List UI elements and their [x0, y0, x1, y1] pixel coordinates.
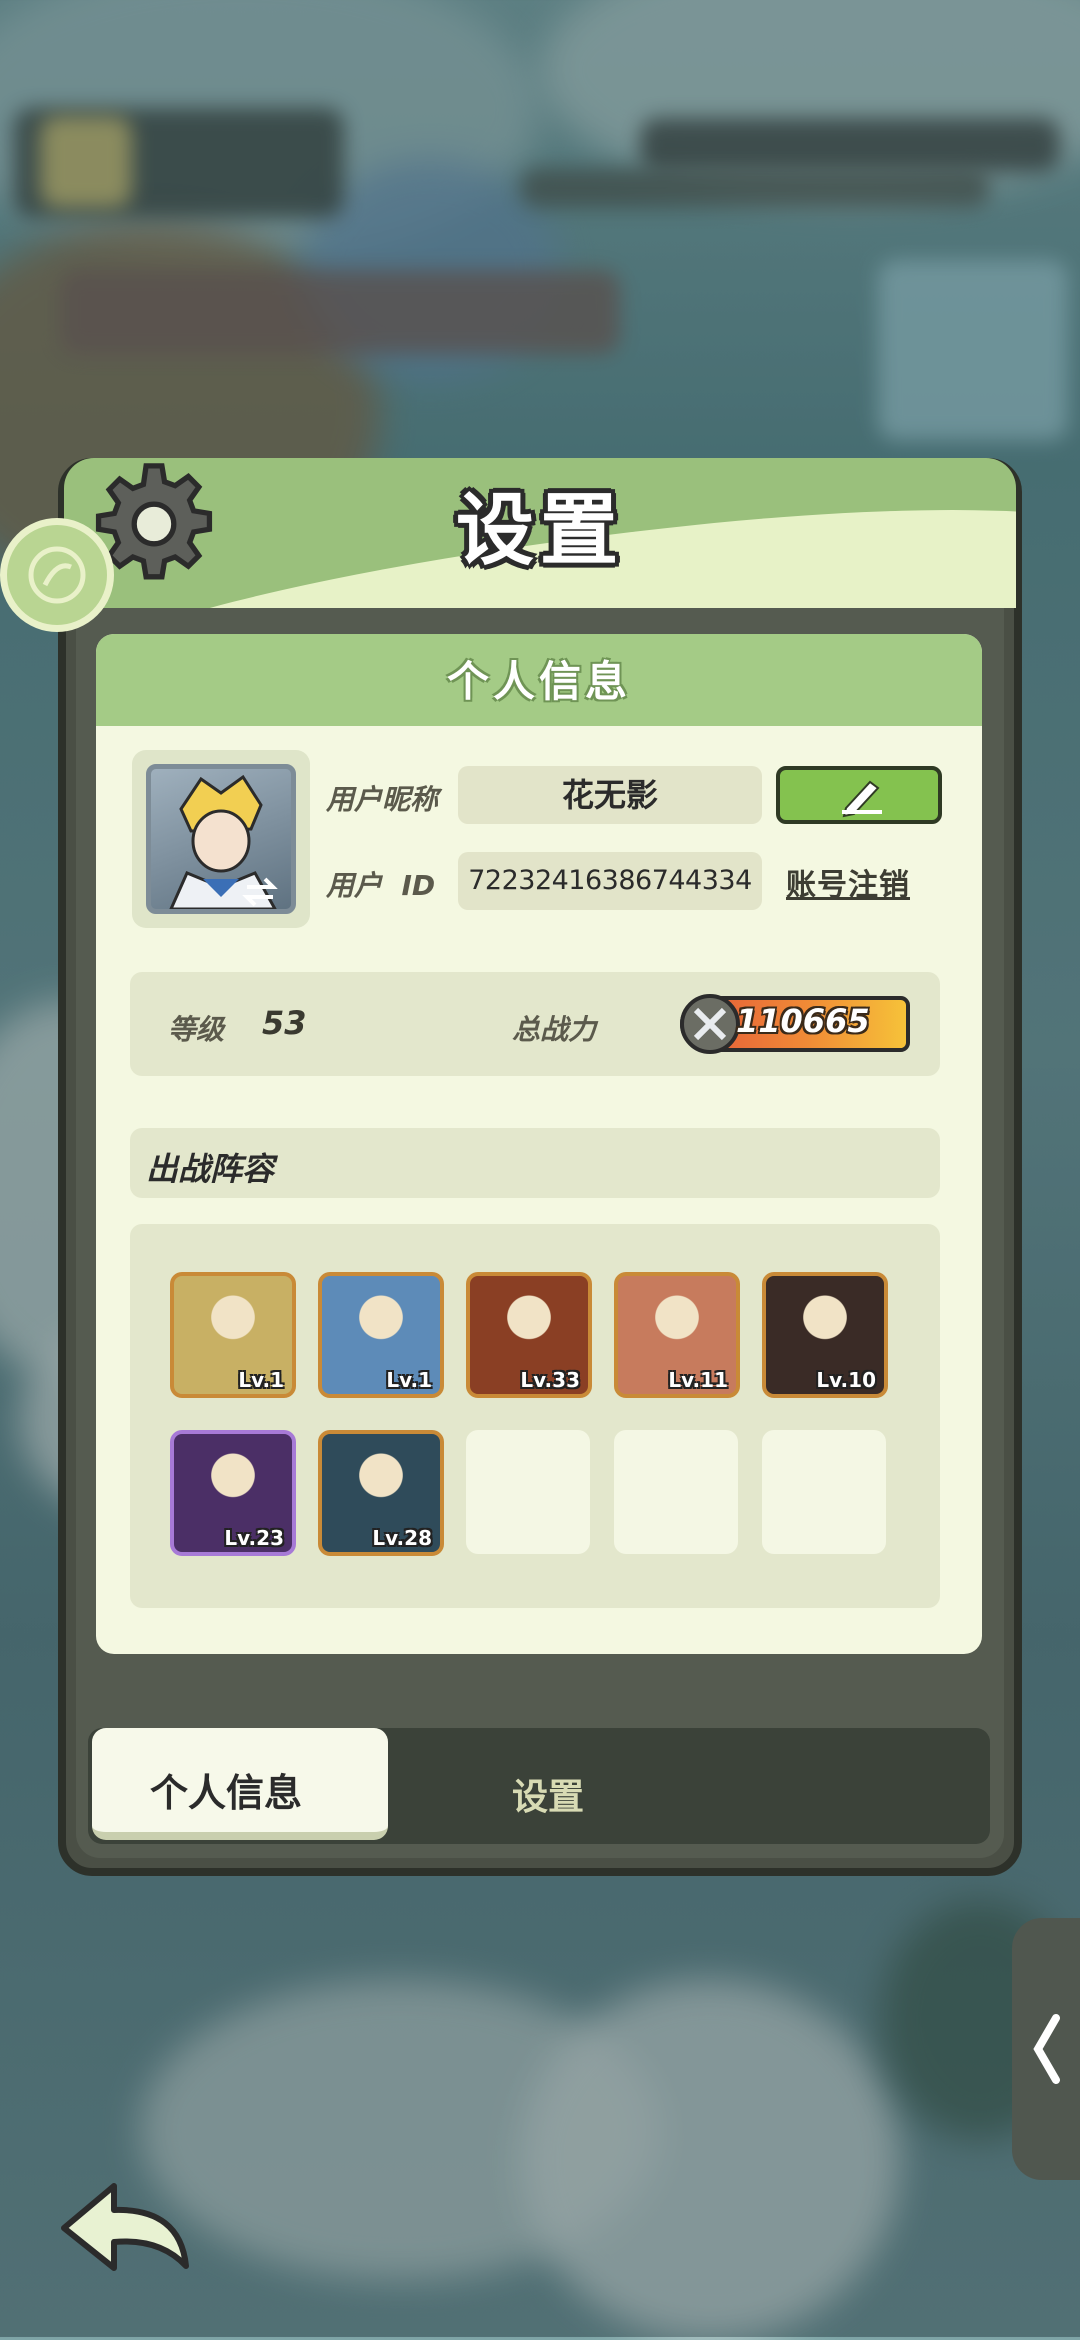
tab-personal-info-label: 个人信息	[150, 1771, 303, 1815]
crossed-swords-icon	[680, 994, 740, 1054]
empty-hero-slot[interactable]	[614, 1430, 738, 1554]
card-heading: 个人信息	[446, 657, 631, 706]
user-id-label: 用户 ID	[326, 869, 436, 902]
back-arrow-icon[interactable]	[56, 2176, 196, 2276]
side-toggle[interactable]	[1012, 1918, 1080, 2180]
pencil-icon	[842, 780, 882, 818]
hero-portrait[interactable]: Lv.11	[614, 1272, 740, 1398]
hero-portrait[interactable]: Lv.23	[170, 1430, 296, 1556]
leaf-badge-icon[interactable]	[0, 518, 114, 632]
hero-level: Lv.10	[816, 1368, 876, 1392]
hero-level: Lv.1	[238, 1368, 284, 1392]
hero-portrait[interactable]: Lv.28	[318, 1430, 444, 1556]
hero-level: Lv.33	[520, 1368, 580, 1392]
edit-nickname-button[interactable]	[776, 766, 942, 824]
power-value: 110665	[736, 1002, 870, 1040]
nickname-field: 花无影	[458, 766, 762, 824]
level-label: 等级	[168, 1013, 225, 1046]
hero-level: Lv.23	[224, 1526, 284, 1550]
hero-portrait[interactable]: Lv.33	[466, 1272, 592, 1398]
lineup-heading: 出战阵容	[146, 1150, 275, 1188]
chevron-left-icon	[1033, 2014, 1060, 2084]
cancel-account-link[interactable]: 账号注销	[786, 860, 910, 904]
panel-title: 设置	[455, 486, 624, 576]
nickname-label: 用户昵称	[326, 783, 439, 816]
hero-level: Lv.11	[668, 1368, 728, 1392]
user-id-field: 72232416386744334	[458, 852, 762, 910]
avatar[interactable]	[146, 764, 296, 914]
level-value: 53	[262, 1004, 307, 1042]
tab-settings[interactable]: 设置	[512, 1768, 584, 1820]
hero-portrait[interactable]: Lv.10	[762, 1272, 888, 1398]
empty-hero-slot[interactable]	[466, 1430, 590, 1554]
hero-portrait[interactable]: Lv.1	[318, 1272, 444, 1398]
power-label: 总战力	[512, 1013, 597, 1046]
empty-hero-slot[interactable]	[762, 1430, 886, 1554]
hero-portrait[interactable]: Lv.1	[170, 1272, 296, 1398]
hero-level: Lv.28	[372, 1526, 432, 1550]
hero-level: Lv.1	[386, 1368, 432, 1392]
